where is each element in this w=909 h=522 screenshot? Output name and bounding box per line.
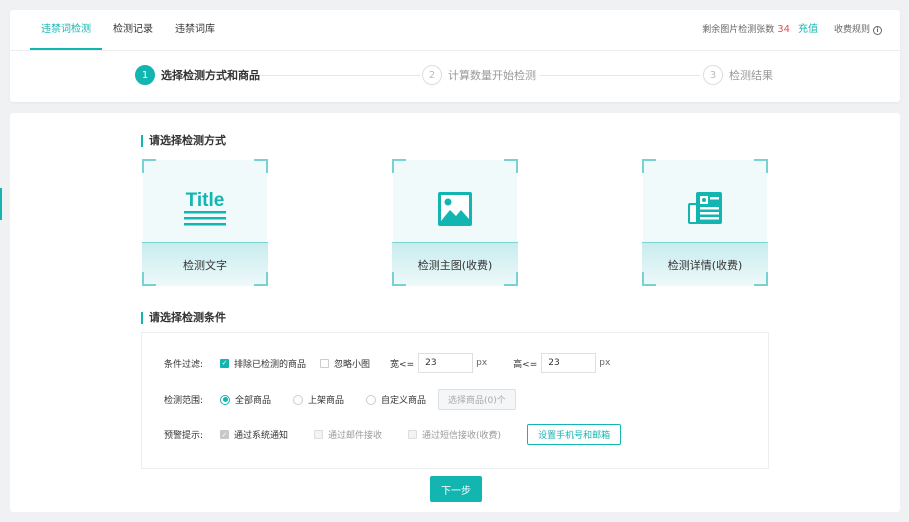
quota-count: 34: [777, 24, 790, 35]
step-1: 1 选择检测方式和商品: [135, 65, 260, 85]
tab-forbidden-word-check[interactable]: 违禁词检测: [30, 10, 102, 50]
ignore-small-checkbox[interactable]: [320, 358, 330, 368]
alert-email-label: 通过邮件接收: [328, 431, 383, 441]
setup-phone-email-button[interactable]: 设置手机号和邮箱: [527, 424, 622, 445]
corner-bracket: [754, 159, 768, 173]
range-custom-label: 自定义商品: [381, 396, 427, 406]
range-all-label: 全部商品: [235, 396, 272, 406]
corner-bracket: [254, 159, 268, 173]
step-connector: [250, 75, 420, 76]
height-input[interactable]: [541, 353, 597, 373]
alert-email-option[interactable]: 通过邮件接收: [314, 428, 382, 441]
alert-sms-label: 通过短信接收(收费): [422, 431, 502, 441]
step-number: 2: [422, 65, 442, 85]
select-products-button[interactable]: 选择商品(0)个: [438, 389, 516, 410]
height-label: 高<=: [513, 359, 538, 370]
side-marker: [0, 188, 2, 220]
corner-bracket: [142, 159, 156, 173]
info-icon: i: [873, 25, 882, 35]
step-label: 选择检测方式和商品: [161, 69, 260, 82]
range-all-option[interactable]: 全部商品: [220, 393, 271, 406]
conditions-panel: 条件过滤: ✓ 排除已检测的商品 忽略小图 宽<= px 高<= px 检测范围…: [141, 332, 769, 469]
step-3: 3 检测结果: [703, 65, 773, 85]
alert-sms-option[interactable]: 通过短信接收(收费): [408, 428, 501, 441]
card-label: 检测文字: [142, 242, 268, 286]
alert-system-checkbox[interactable]: ✓: [220, 430, 229, 439]
alert-sms-checkbox[interactable]: [408, 430, 418, 439]
corner-bracket: [504, 159, 518, 173]
ignore-small-label: 忽略小图: [334, 359, 371, 370]
exclude-checked-label: 排除已检测的商品: [234, 359, 307, 370]
exclude-checked-option[interactable]: ✓ 排除已检测的商品: [220, 357, 306, 370]
step-label: 计算数量开始检测: [448, 69, 536, 82]
range-row: 检测范围: 全部商品 上架商品 自定义商品 选择商品(0)个: [164, 389, 516, 410]
range-all-radio[interactable]: [220, 394, 230, 405]
step-2: 2 计算数量开始检测: [422, 65, 536, 85]
step-number: 1: [135, 65, 155, 85]
corner-bracket: [392, 159, 406, 173]
card-check-detail[interactable]: 检测详情(收费): [642, 159, 768, 286]
width-unit: px: [476, 358, 488, 368]
card-label: 检测主图(收费): [392, 242, 518, 286]
width-label: 宽<=: [390, 359, 415, 370]
detail-page-icon: [687, 191, 723, 228]
range-label: 检测范围:: [164, 396, 204, 406]
corner-bracket: [642, 159, 656, 173]
range-listed-label: 上架商品: [308, 396, 345, 406]
tab-bar: 违禁词检测 检测记录 违禁词库: [30, 10, 226, 50]
quota-bar: 剩余图片检测张数 34 充值 收费规则 i: [702, 10, 882, 50]
ignore-small-option[interactable]: 忽略小图: [320, 357, 370, 370]
alert-row: 预警提示: ✓ 通过系统通知 通过邮件接收 通过短信接收(收费) 设置手机号和邮…: [164, 424, 622, 445]
step-number: 3: [703, 65, 723, 85]
image-icon: [437, 191, 473, 230]
range-custom-option[interactable]: 自定义商品: [366, 393, 426, 406]
fee-rules-link[interactable]: 收费规则 i: [834, 10, 882, 50]
corner-bracket: [392, 272, 406, 286]
section-title-method: 请选择检测方式: [141, 135, 226, 147]
corner-bracket: [642, 272, 656, 286]
corner-bracket: [504, 272, 518, 286]
card-check-main-image[interactable]: 检测主图(收费): [392, 159, 518, 286]
section-title-conditions: 请选择检测条件: [141, 312, 226, 324]
range-listed-option[interactable]: 上架商品: [293, 393, 344, 406]
recharge-link[interactable]: 充值: [798, 10, 818, 50]
step-connector: [540, 75, 700, 76]
corner-bracket: [754, 272, 768, 286]
tab-forbidden-word-library[interactable]: 违禁词库: [164, 10, 226, 50]
range-custom-radio[interactable]: [366, 394, 377, 405]
width-input[interactable]: [418, 353, 474, 373]
exclude-checked-checkbox[interactable]: ✓: [220, 358, 229, 368]
range-listed-radio[interactable]: [293, 394, 304, 405]
main-panel: 请选择检测方式 Title 检测文字 检测主图(收费) 检测详情(收费) 请选择…: [0, 113, 900, 512]
corner-bracket: [142, 272, 156, 286]
card-check-text[interactable]: Title 检测文字: [142, 159, 268, 286]
step-indicator: 1 选择检测方式和商品 2 计算数量开始检测 3 检测结果: [10, 51, 900, 102]
fee-rules-label: 收费规则: [833, 25, 870, 35]
alert-system-label: 通过系统通知: [234, 431, 289, 441]
height-unit: px: [599, 358, 611, 368]
corner-bracket: [254, 272, 268, 286]
top-panel: 违禁词检测 检测记录 违禁词库 剩余图片检测张数 34 充值 收费规则 i 1 …: [10, 10, 900, 102]
filter-label: 条件过滤:: [164, 359, 204, 370]
title-text-icon: Title: [183, 189, 227, 234]
svg-text:Title: Title: [186, 190, 225, 211]
quota-label: 剩余图片检测张数: [702, 25, 775, 35]
next-step-button[interactable]: 下一步: [430, 476, 482, 502]
card-label: 检测详情(收费): [642, 242, 768, 286]
tab-check-records[interactable]: 检测记录: [102, 10, 164, 50]
filter-row: 条件过滤: ✓ 排除已检测的商品 忽略小图 宽<= px 高<= px: [164, 353, 636, 373]
alert-label: 预警提示:: [164, 431, 204, 441]
alert-system-option[interactable]: ✓ 通过系统通知: [220, 428, 288, 441]
step-label: 检测结果: [729, 69, 773, 82]
alert-email-checkbox[interactable]: [314, 430, 324, 439]
